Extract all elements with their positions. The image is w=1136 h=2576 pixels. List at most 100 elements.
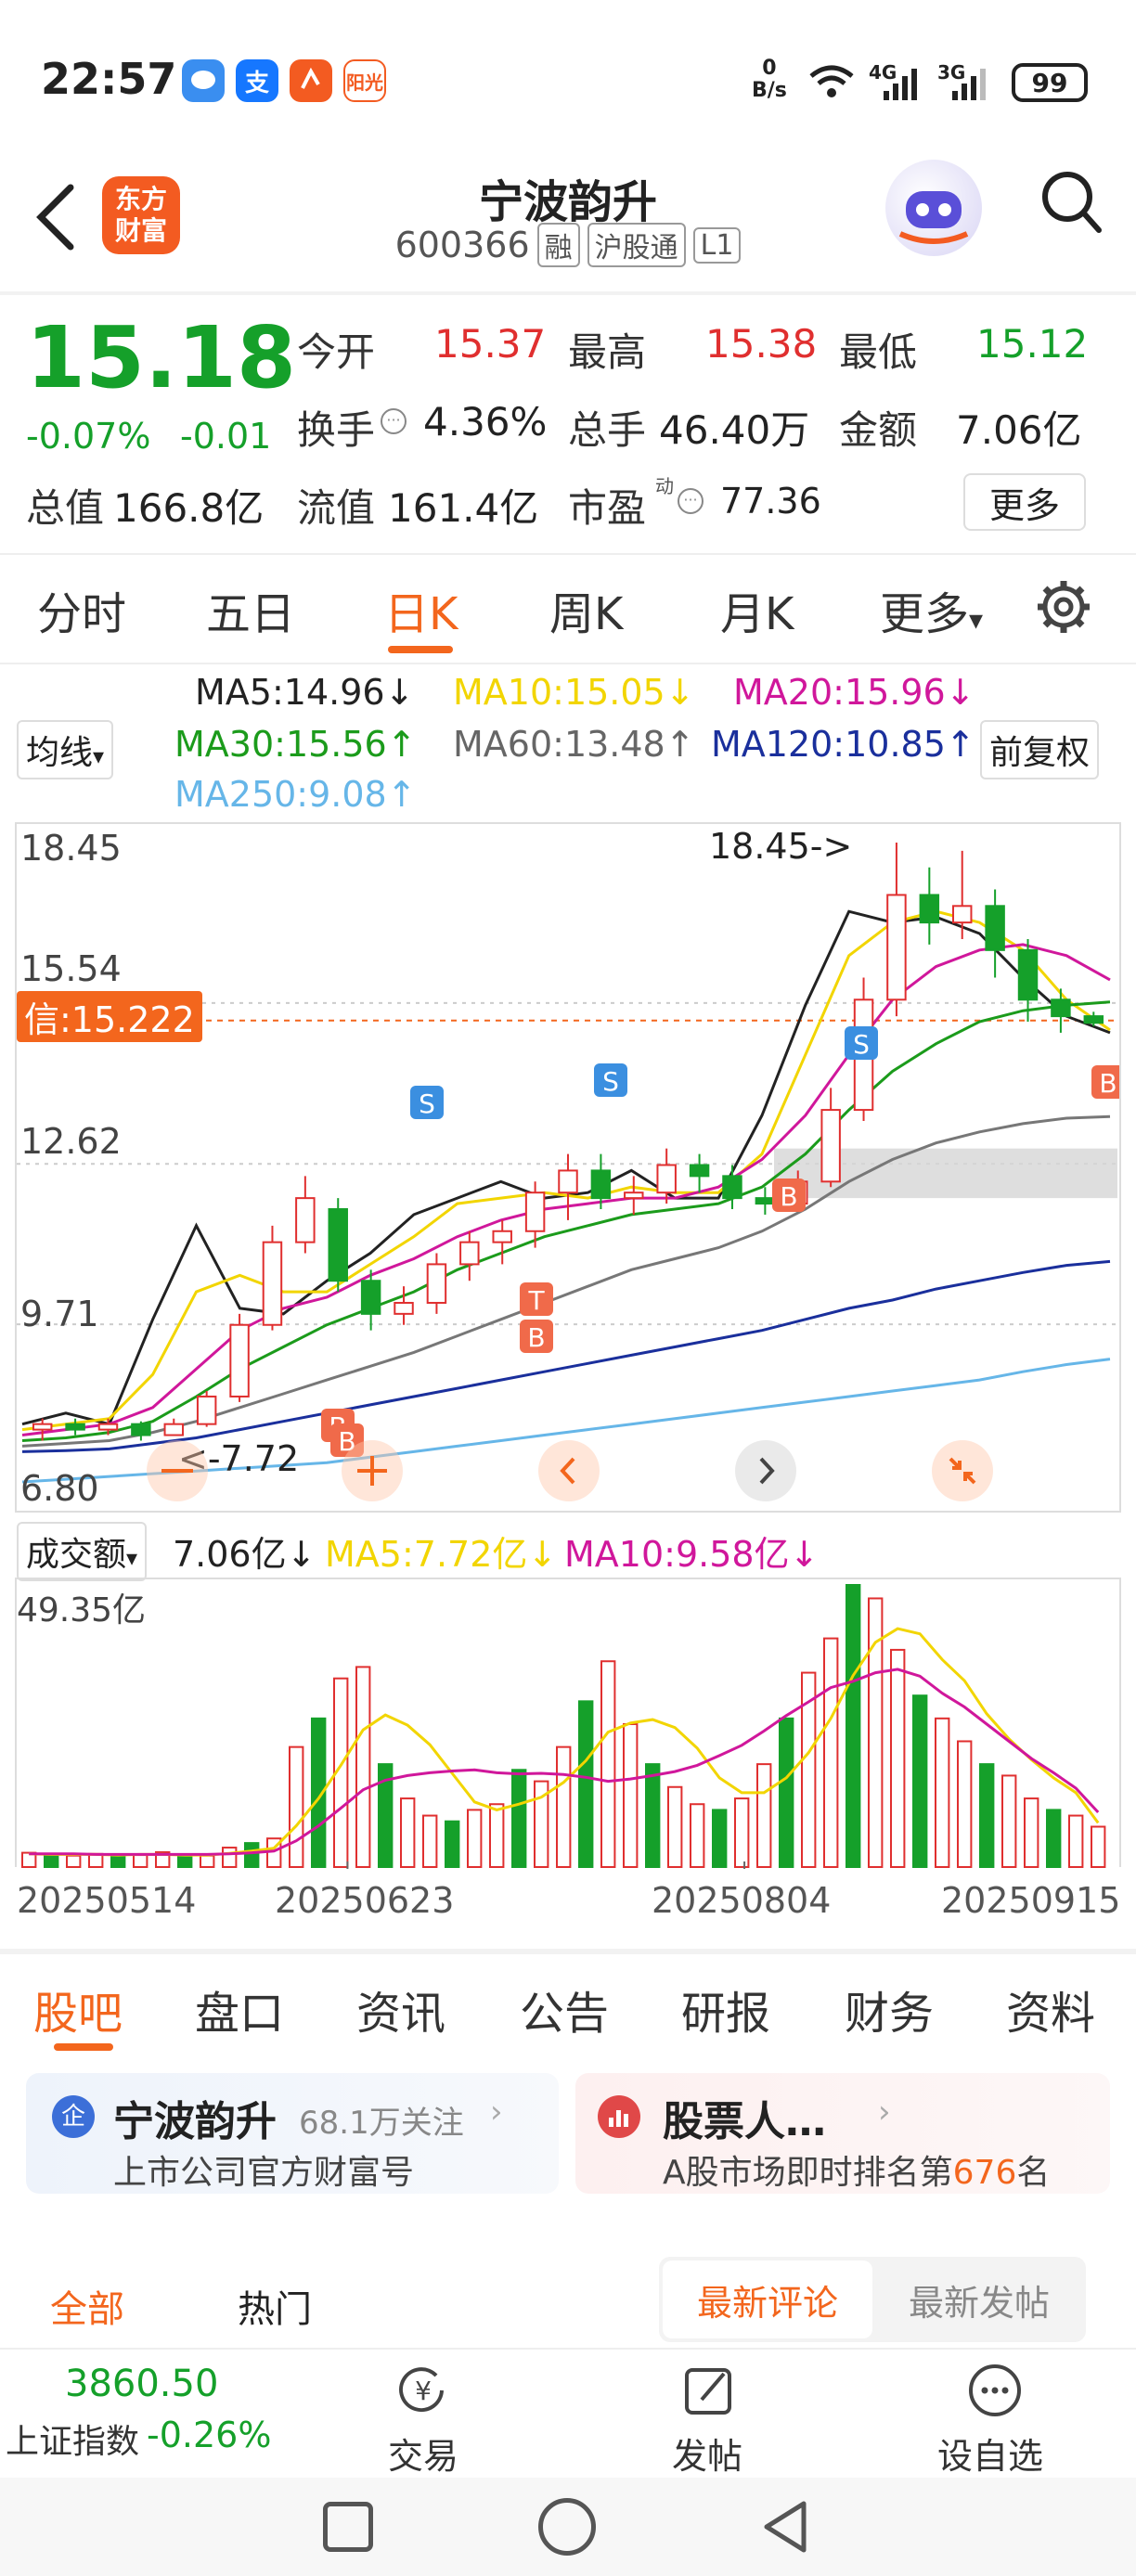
ranking-title: 股票人…: [663, 2098, 826, 2145]
ranking-number: 676: [952, 2154, 1017, 2192]
tab-profile[interactable]: 资料: [1006, 1977, 1095, 2041]
index-value[interactable]: 3860.50: [65, 2363, 218, 2405]
tab-daily-k[interactable]: 日K: [384, 577, 458, 642]
tab-news[interactable]: 资讯: [356, 1977, 445, 2041]
volume-bar: [690, 1803, 705, 1868]
mcap-value: 166.8亿: [113, 485, 265, 531]
volume-bar: [66, 1854, 82, 1869]
signal-marker-label: T: [527, 1285, 545, 1316]
volume-bar: [400, 1797, 416, 1868]
zoom-in-icon[interactable]: [342, 1440, 403, 1501]
search-icon[interactable]: [1038, 167, 1104, 238]
sort-latest-comment[interactable]: 最新评论: [663, 2260, 872, 2338]
high-value: 15.38: [705, 321, 818, 367]
volume-value: 46.40万: [659, 407, 810, 453]
volume-bar: [846, 1584, 861, 1868]
feed-tab-all[interactable]: 全部: [50, 2279, 124, 2333]
signal-icon: [884, 69, 917, 100]
high-annotation: 18.45->: [709, 826, 853, 867]
tab-pankou[interactable]: 盘口: [195, 1977, 284, 2041]
ranking-prefix: A股市场即时排名第: [663, 2154, 953, 2192]
minus-bar: [161, 1469, 193, 1473]
sort-latest-post[interactable]: 最新发帖: [876, 2260, 1082, 2338]
wifi-icon: [809, 65, 854, 97]
tab-guba[interactable]: 股吧: [33, 1977, 123, 2041]
candle-body: [755, 1197, 776, 1205]
follow-count: 68.1万关注: [299, 2105, 464, 2142]
feed-sort-toggle: 最新评论 最新发帖: [659, 2257, 1086, 2342]
volume-bar: [1091, 1825, 1106, 1868]
volume-ma10: MA10:9.58亿↓: [564, 1534, 820, 1575]
watchlist-label[interactable]: 设自选: [937, 2428, 1043, 2479]
index-name[interactable]: 上证指数: [6, 2415, 139, 2463]
tab-monthly-k[interactable]: 月K: [720, 577, 794, 642]
chevron-right-icon: ›: [490, 2093, 503, 2131]
company-badge-icon: 企: [52, 2095, 95, 2138]
prev-icon[interactable]: [538, 1440, 600, 1501]
volume-bar: [756, 1763, 772, 1869]
chevron-right-icon: ›: [878, 2093, 891, 2131]
volume-chart[interactable]: [15, 1578, 1121, 1871]
back-nav-icon[interactable]: [757, 2498, 813, 2556]
float-label: 流值: [297, 485, 376, 531]
trade-yen-icon[interactable]: ¥: [394, 2361, 453, 2420]
divider: [0, 1949, 1136, 1954]
tab-five-day[interactable]: 五日: [206, 577, 295, 642]
x-tick-2: 20250623: [275, 1880, 455, 1921]
tab-more-label: 更多: [880, 588, 970, 640]
official-account-card[interactable]: 企 宁波韵升 68.1万关注 › 上市公司官方财富号: [26, 2073, 559, 2194]
ma-selector[interactable]: 均线▾: [17, 720, 114, 779]
kline-chart[interactable]: BSTBSBSBB: [15, 822, 1125, 1513]
pe-info-icon[interactable]: ···: [678, 488, 704, 514]
home-icon[interactable]: [538, 2498, 596, 2556]
active-tab-indicator: [388, 646, 453, 653]
tab-finance[interactable]: 财务: [845, 1977, 934, 2041]
volume-bar: [177, 1855, 193, 1868]
bottom-tab-indicator: [54, 2043, 113, 2051]
signal-marker-label: S: [853, 1029, 870, 1060]
ma-line-ma30: [21, 1000, 1111, 1442]
divider: [0, 553, 1136, 555]
tab-weekly-k[interactable]: 周K: [549, 577, 623, 642]
collapse-icon[interactable]: [932, 1440, 993, 1501]
settings-gear-icon[interactable]: [1036, 579, 1091, 635]
post-label[interactable]: 发帖: [672, 2428, 742, 2479]
robot-assistant-icon[interactable]: [885, 160, 982, 256]
ranking-suffix: 名: [1016, 2154, 1051, 2192]
tab-research[interactable]: 研报: [681, 1977, 770, 2041]
pe-value: 77.36: [720, 481, 821, 522]
system-nav-bar: [0, 2478, 1136, 2576]
info-icon[interactable]: ···: [381, 408, 407, 434]
caret-down-icon: ▾: [969, 604, 984, 637]
volume-bar: [289, 1745, 304, 1868]
cost-line-label[interactable]: 信:15.222: [17, 991, 202, 1042]
low-label: 最低: [839, 329, 918, 375]
more-button[interactable]: 更多: [963, 473, 1086, 531]
x-tick-1: 20250514: [17, 1880, 197, 1921]
tab-more[interactable]: 更多▾: [880, 577, 983, 642]
tab-announcements[interactable]: 公告: [520, 1977, 609, 2041]
candle-body: [492, 1230, 512, 1243]
zoom-out-icon[interactable]: [147, 1440, 208, 1501]
ranking-card[interactable]: 股票人… › A股市场即时排名第676名: [575, 2073, 1110, 2194]
post-edit-icon[interactable]: [679, 2361, 739, 2420]
yangguang-icon: 阳光: [343, 59, 386, 102]
candle-body: [394, 1301, 414, 1315]
y-tick-4: 9.71: [20, 1294, 99, 1334]
tab-intraday[interactable]: 分时: [37, 577, 126, 642]
volume-indicator-selector[interactable]: 成交额▾: [17, 1522, 148, 1581]
candle-body: [951, 905, 973, 924]
trade-label[interactable]: 交易: [388, 2428, 458, 2479]
feed-tab-hot[interactable]: 热门: [238, 2279, 312, 2333]
recents-icon[interactable]: [323, 2502, 373, 2552]
next-icon[interactable]: [735, 1440, 796, 1501]
ma30-label: MA30:15.56↑: [174, 724, 417, 765]
candle-body: [196, 1395, 217, 1425]
signal-marker-label: S: [602, 1066, 619, 1097]
candle-body: [919, 894, 940, 924]
kline-svg: BSTBSBSBB: [17, 843, 1125, 1484]
x-tick-3: 20250804: [652, 1880, 832, 1921]
volume-bar: [1046, 1809, 1062, 1868]
watchlist-more-icon[interactable]: [965, 2361, 1025, 2420]
adjust-selector[interactable]: 前复权: [980, 720, 1100, 779]
